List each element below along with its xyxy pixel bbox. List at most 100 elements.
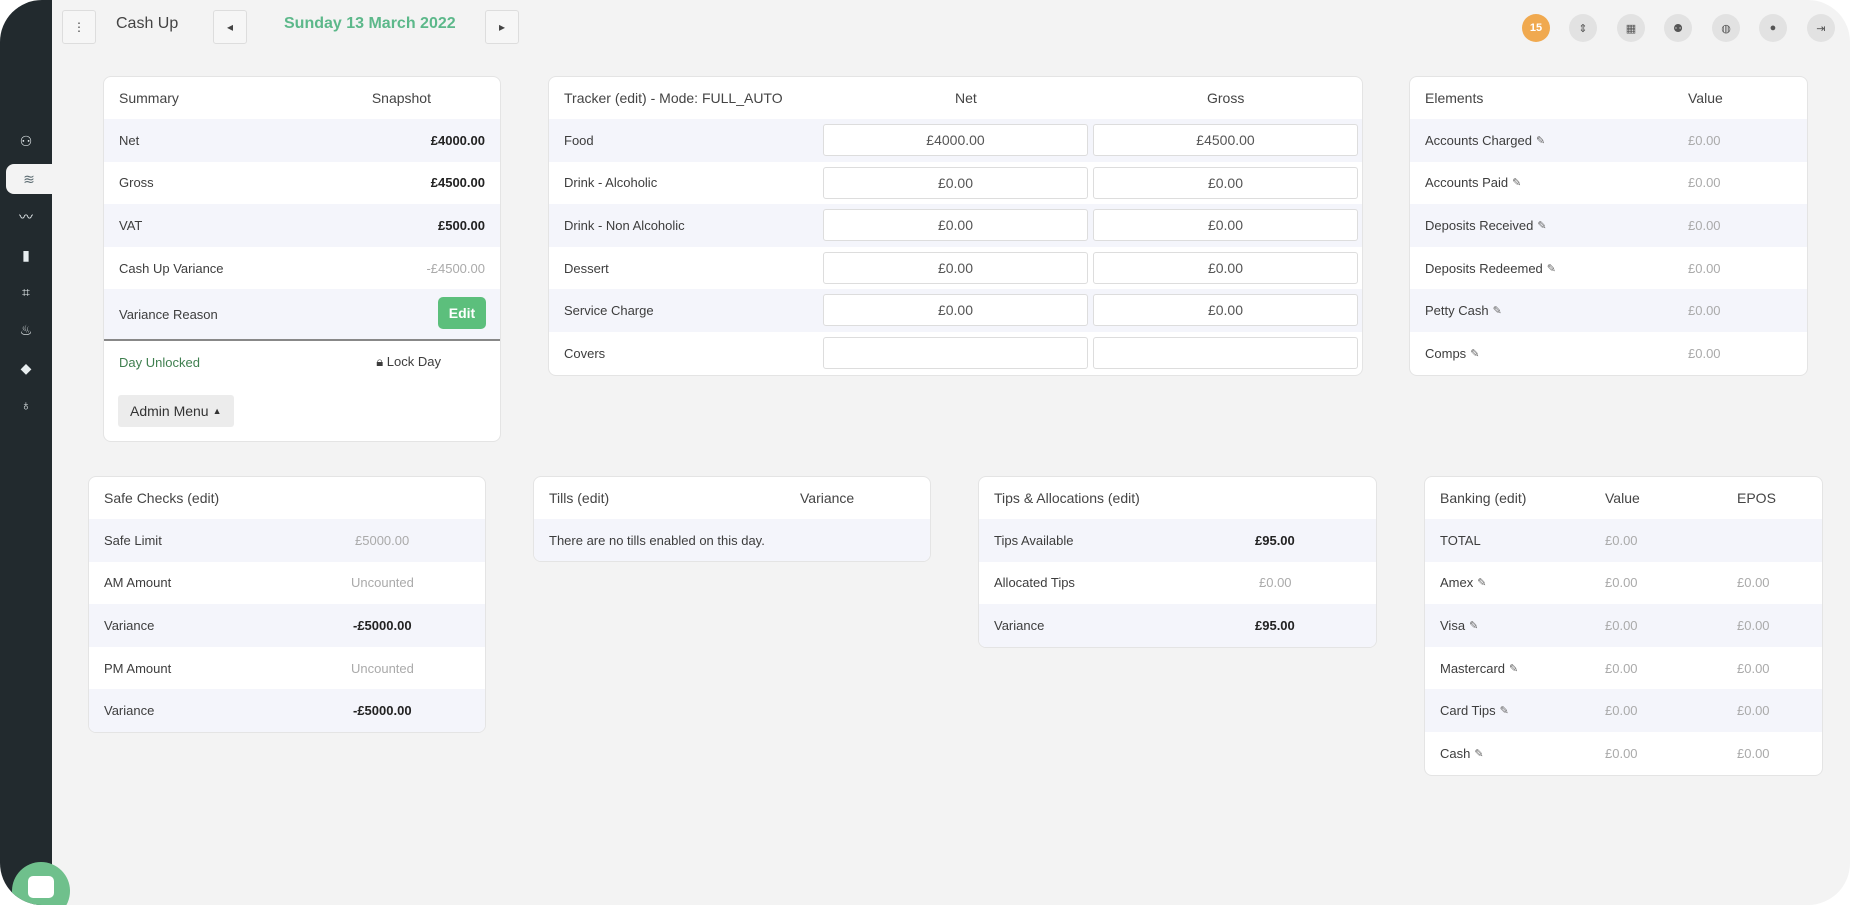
gross-input[interactable]: £4500.00 (1093, 124, 1358, 156)
banking-card: Banking (edit) Value EPOS TOTAL £0.00 Am… (1424, 476, 1823, 776)
row-label[interactable]: Accounts Charged (1425, 133, 1532, 148)
tips-row: Tips Available £95.00 (979, 519, 1376, 562)
row-label[interactable]: Card Tips (1440, 703, 1496, 718)
tracker-title[interactable]: Tracker (edit) - Mode: FULL_AUTO (564, 90, 824, 106)
row-label[interactable]: Cash (1440, 746, 1470, 761)
pencil-icon[interactable]: ✎ (1547, 262, 1556, 275)
pencil-icon[interactable]: ✎ (1470, 347, 1479, 360)
logout-icon[interactable]: ⇥ (1807, 14, 1835, 42)
variance-reason-row: Variance Reason Edit (104, 289, 500, 342)
tracker-header: Tracker (edit) - Mode: FULL_AUTO Net Gro… (549, 77, 1362, 119)
row-value: £4500.00 (430, 175, 485, 191)
row-epos: £0.00 (1737, 575, 1770, 591)
safe-checks-title[interactable]: Safe Checks (edit) (104, 490, 219, 506)
day-lock-row: Day Unlocked 🔒︎ Lock Day (104, 341, 500, 383)
net-column-header: Net (955, 90, 977, 106)
net-input[interactable]: £0.00 (823, 294, 1088, 327)
grid-icon[interactable]: ▦ (1617, 14, 1645, 42)
pencil-icon[interactable]: ✎ (1477, 576, 1486, 589)
tracker-row: Covers (549, 332, 1362, 375)
admin-menu-button[interactable]: Admin Menu ▲ (118, 395, 234, 428)
gross-input[interactable]: £0.00 (1093, 209, 1358, 242)
sort-icon[interactable]: ⇕ (1569, 14, 1597, 42)
row-value: £0.00 (1688, 217, 1721, 233)
user-icon[interactable]: ⚇ (8, 126, 44, 156)
row-label[interactable]: Accounts Paid (1425, 175, 1508, 190)
user-icon[interactable]: ● (1759, 14, 1787, 42)
app-frame: ⚇ ≋ 〰 ▮ ⌗ ♨ ◆ ♁ ⋮ Cash Up ◂ Sunday 13 Ma… (0, 0, 1850, 905)
pencil-icon[interactable]: ✎ (1537, 219, 1546, 232)
current-date[interactable]: Sunday 13 March 2022 (284, 15, 456, 33)
next-day-button[interactable]: ▸ (485, 10, 519, 44)
tills-title[interactable]: Tills (edit) (549, 490, 915, 506)
chart-line-icon[interactable]: 〰 (8, 202, 44, 232)
pencil-icon[interactable]: ✎ (1500, 704, 1509, 717)
notification-badge[interactable]: 15 (1522, 14, 1550, 42)
chat-widget-button[interactable] (12, 862, 70, 905)
tills-header: Tills (edit) Variance (534, 477, 930, 519)
row-value: £0.00 (1259, 575, 1292, 591)
gross-input[interactable] (1093, 336, 1358, 369)
tips-title[interactable]: Tips & Allocations (edit) (994, 490, 1140, 506)
admin-menu-label: Admin Menu (130, 403, 209, 420)
safe-checks-header: Safe Checks (edit) (89, 477, 485, 519)
book-icon[interactable]: ▮ (8, 240, 44, 270)
gross-input[interactable]: £0.00 (1093, 251, 1358, 284)
gross-input[interactable]: £0.00 (1093, 294, 1358, 327)
elements-card: Elements Value Accounts Charged ✎ £0.00 A… (1409, 76, 1808, 376)
users-icon[interactable]: ⚉ (1664, 14, 1692, 42)
tips-row: Allocated Tips £0.00 (979, 562, 1376, 605)
elements-row: Deposits Received ✎ £0.00 (1410, 204, 1807, 247)
elements-row: Accounts Charged ✎ £0.00 (1410, 119, 1807, 162)
elements-row: Petty Cash ✎ £0.00 (1410, 289, 1807, 332)
row-label[interactable]: Deposits Received (1425, 218, 1533, 233)
banking-row: Card Tips ✎ £0.00 £0.00 (1425, 689, 1822, 732)
pencil-icon[interactable]: ✎ (1474, 747, 1483, 760)
arrow-left-icon: ◂ (226, 20, 234, 34)
safe-row: AM Amount Uncounted (89, 562, 485, 605)
tips-header: Tips & Allocations (edit) (979, 477, 1376, 519)
elements-title: Elements (1425, 90, 1484, 106)
row-label[interactable]: Comps (1425, 346, 1466, 361)
row-label[interactable]: Deposits Redeemed (1425, 261, 1543, 276)
layers-icon[interactable]: ≋ (6, 164, 52, 194)
net-input[interactable] (823, 336, 1088, 369)
net-input[interactable]: £4000.00 (823, 124, 1088, 156)
row-label[interactable]: Amex (1440, 575, 1473, 590)
fire-icon[interactable]: ♨ (8, 315, 44, 345)
summary-title: Summary (119, 90, 179, 106)
summary-header: Summary Snapshot (104, 77, 500, 119)
menu-button[interactable]: ⋮ (62, 10, 96, 44)
pencil-icon[interactable]: ✎ (1469, 619, 1478, 632)
row-label: Gross (119, 175, 154, 191)
row-label[interactable]: Petty Cash (1425, 303, 1489, 318)
pencil-icon[interactable]: ✎ (1493, 304, 1502, 317)
tills-empty-row: There are no tills enabled on this day. (534, 519, 930, 561)
pencil-icon[interactable]: ✎ (1512, 176, 1521, 189)
row-label: Variance (104, 617, 155, 633)
row-label[interactable]: Visa (1440, 618, 1465, 633)
row-label: PM Amount (104, 660, 172, 676)
pencil-icon[interactable]: ✎ (1536, 134, 1545, 147)
row-value: £0.00 (1688, 132, 1721, 148)
row-epos: £0.00 (1737, 660, 1770, 676)
net-input[interactable]: £0.00 (823, 209, 1088, 242)
tag-icon[interactable]: ⌗ (8, 277, 44, 307)
row-label[interactable]: Mastercard (1440, 661, 1505, 676)
prev-day-button[interactable]: ◂ (213, 10, 247, 44)
globe-icon[interactable]: ◍ (1712, 14, 1740, 42)
lock-day-button[interactable]: 🔒︎ Lock Day (376, 354, 441, 370)
net-input[interactable]: £0.00 (823, 251, 1088, 284)
gross-input[interactable]: £0.00 (1093, 166, 1358, 199)
pencil-icon[interactable]: ✎ (1509, 662, 1518, 675)
row-label: Safe Limit (104, 532, 162, 548)
kebab-menu-icon: ⋮ (73, 20, 85, 34)
edit-button[interactable]: Edit (438, 297, 486, 330)
diamond-icon[interactable]: ◆ (8, 353, 44, 383)
banking-row: Mastercard ✎ £0.00 £0.00 (1425, 647, 1822, 690)
row-value: £4000.00 (430, 132, 485, 148)
banking-row: Cash ✎ £0.00 £0.00 (1425, 732, 1822, 775)
row-value: £0.00 (1605, 575, 1638, 591)
bulb-icon[interactable]: ♁ (8, 390, 44, 420)
net-input[interactable]: £0.00 (823, 166, 1088, 199)
